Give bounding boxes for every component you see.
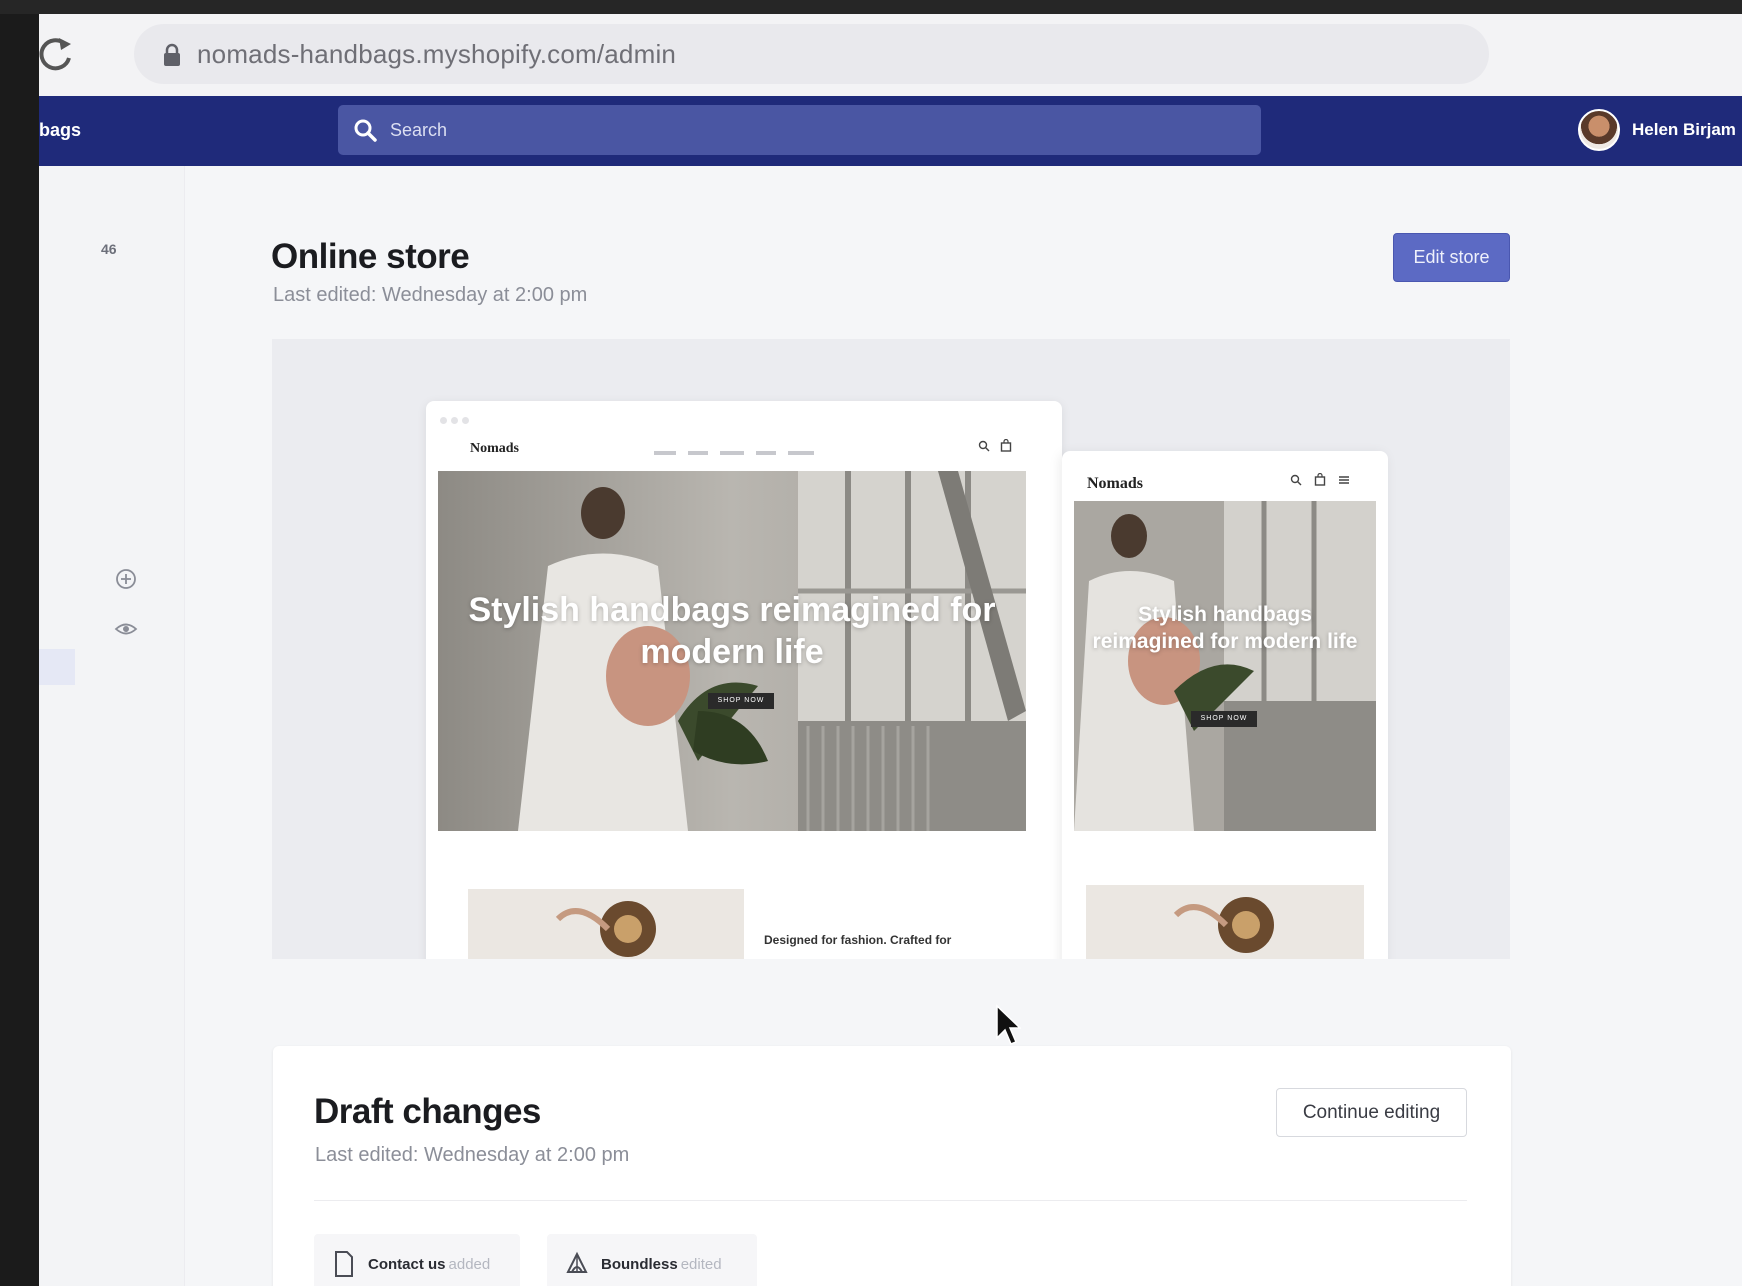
store-header-icons — [978, 438, 1012, 455]
edit-store-button[interactable]: Edit store — [1393, 233, 1510, 282]
change-item-label: Contact us added — [368, 1256, 491, 1273]
change-item-status: edited — [680, 1256, 722, 1273]
eye-icon[interactable] — [114, 619, 138, 639]
draft-subtitle: Last edited: Wednesday at 2:00 pm — [315, 1144, 630, 1166]
screen-bezel — [0, 0, 39, 1286]
store-nav — [654, 444, 826, 462]
hero-image: Stylish handbags reimagined for modern l… — [438, 471, 1026, 831]
hero-headline: Stylish handbags reimagined for modern l… — [468, 591, 996, 671]
theme-preview[interactable]: Nomads Stylish handbags reimagined for m… — [272, 339, 1510, 959]
plus-circle-icon[interactable] — [114, 567, 138, 591]
desktop-preview: Nomads Stylish handbags reimagined for m… — [426, 401, 1062, 959]
bag-icon — [1314, 472, 1326, 486]
sidebar-count-badge: 46 — [101, 241, 117, 257]
menu-icon — [1338, 476, 1349, 484]
url-text[interactable]: nomads-handbags.myshopify.com/admin — [197, 39, 676, 70]
store-header-icons — [1290, 472, 1350, 489]
draft-title: Draft changes — [314, 1092, 541, 1131]
change-item-status: added — [448, 1256, 491, 1273]
shop-now-button: SHOP NOW — [1191, 711, 1257, 727]
divider — [314, 1200, 1467, 1201]
search-icon — [1290, 474, 1302, 486]
page-icon — [335, 1251, 353, 1277]
reload-icon[interactable] — [39, 34, 75, 74]
hero-headline: Stylish handbags reimagined for modern l… — [1092, 603, 1358, 653]
window-dots — [440, 411, 480, 424]
window-top-strip — [0, 0, 1742, 14]
section-caption: Designed for fashion. Crafted for — [764, 933, 952, 947]
avatar[interactable] — [1578, 109, 1620, 151]
bag-icon — [1000, 438, 1012, 452]
product-image — [468, 889, 744, 959]
page-subtitle: Last edited: Wednesday at 2:00 pm — [273, 284, 588, 306]
search-input[interactable]: Search — [338, 105, 1261, 155]
browser-toolbar: nomads-handbags.myshopify.com/admin — [39, 14, 1742, 96]
change-item-label: Boundless edited — [601, 1256, 722, 1273]
sidebar: 46 — [39, 166, 185, 1286]
mouse-cursor-icon — [996, 1004, 1021, 1045]
user-name[interactable]: Helen Birjam — [1632, 120, 1736, 140]
search-icon — [354, 119, 377, 142]
change-item-boundless[interactable]: Boundless edited — [547, 1234, 757, 1286]
product-image — [1086, 885, 1364, 959]
hero-photo — [1074, 501, 1376, 831]
store-logo: Nomads — [470, 441, 520, 456]
search-icon — [978, 440, 990, 452]
sidebar-item-active[interactable] — [39, 649, 75, 685]
lock-icon — [164, 43, 180, 66]
page-title: Online store — [271, 237, 470, 276]
shop-now-button: SHOP NOW — [708, 693, 774, 709]
mobile-preview: Nomads Stylish handbags reimagined for m… — [1062, 451, 1388, 959]
draft-changes-card: Draft changes Last edited: Wednesday at … — [273, 1046, 1511, 1286]
search-placeholder: Search — [390, 120, 448, 140]
store-logo: Nomads — [1087, 475, 1144, 492]
main-content: 46 Online store Last edited: Wednesday a… — [39, 166, 1742, 1286]
admin-topbar: bags Search Helen Birjam — [39, 96, 1742, 166]
store-name[interactable]: bags — [39, 120, 81, 141]
change-item-contact-us[interactable]: Contact us added — [314, 1234, 520, 1286]
continue-editing-button[interactable]: Continue editing — [1276, 1088, 1467, 1137]
hero-image: Stylish handbags reimagined for modern l… — [1074, 501, 1376, 831]
theme-icon — [566, 1251, 588, 1273]
